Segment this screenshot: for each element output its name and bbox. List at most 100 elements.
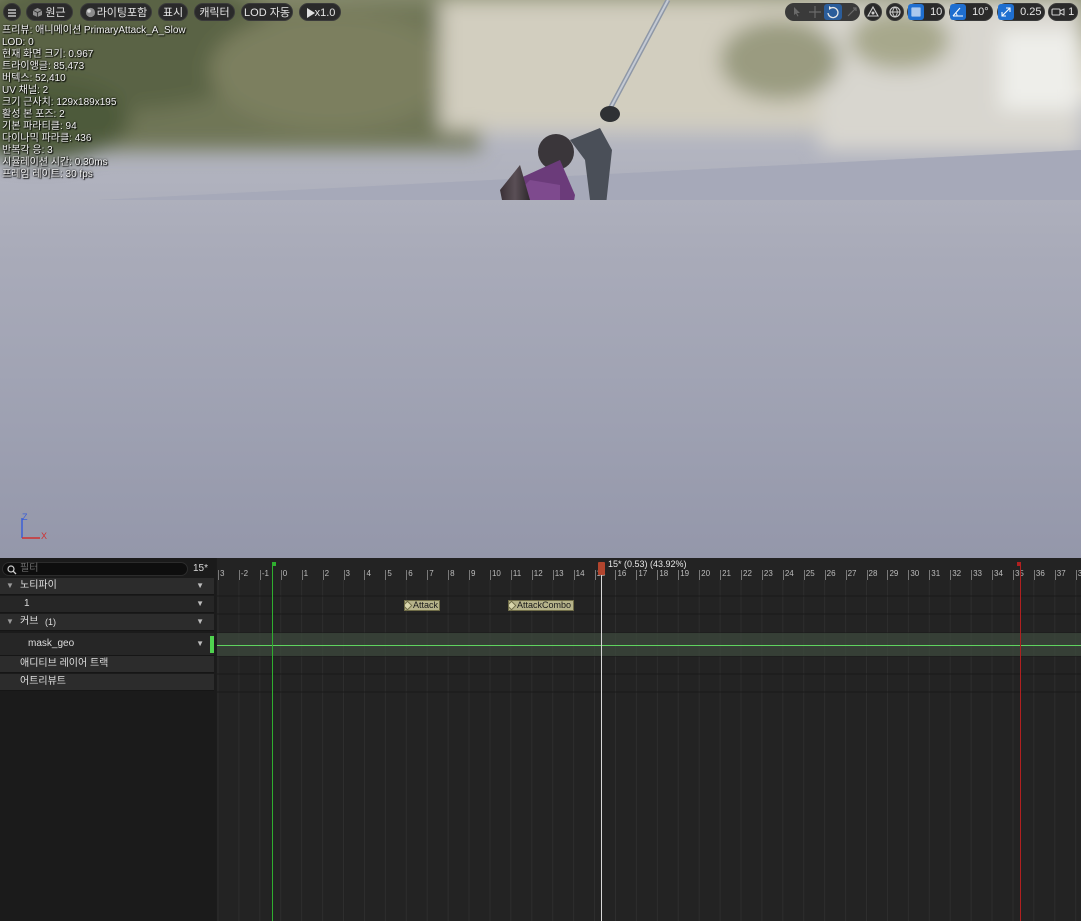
tick-label: 6: [408, 569, 413, 578]
tick-label: 22: [743, 569, 752, 578]
character-button[interactable]: 캐릭터: [194, 3, 235, 21]
tick-label: 33: [973, 569, 983, 578]
playhead-handle[interactable]: [598, 562, 605, 575]
rotate-icon: [827, 6, 839, 19]
tick-label: 28: [868, 569, 878, 578]
viewport-menu-button[interactable]: [3, 3, 21, 21]
tick-label: 25: [805, 569, 815, 578]
end-marker[interactable]: [1020, 562, 1021, 921]
notify-attack[interactable]: Attack: [404, 600, 440, 611]
tick-label: 30: [910, 569, 920, 578]
stats-line: 프리뷰: 애니메이션 PrimaryAttack_A_Slow: [2, 25, 186, 36]
tick-mark: [929, 570, 931, 580]
chevron-down-icon[interactable]: ▼: [196, 578, 204, 594]
stats-line: 크기 근사치: 129x189x195: [2, 97, 117, 108]
grid-snap-button[interactable]: 10: [907, 3, 945, 21]
surface-snap-button[interactable]: [864, 3, 882, 21]
stats-line: 기본 파라티클: 94: [2, 121, 77, 132]
current-frame-badge: 15*: [193, 563, 209, 574]
perspective-button[interactable]: 원근: [26, 3, 73, 21]
translate-mode-button[interactable]: [807, 4, 823, 20]
axis-gizmo: Z X: [14, 512, 54, 546]
animation-viewport[interactable]: 원근 라이팅포함 표시 캐릭터 LOD 자동 x1.0 10 10° 0.25 …: [0, 0, 1081, 558]
stats-line: 프레임 레이트: 30 fps: [2, 169, 93, 180]
curve-item-label: mask_geo: [28, 638, 75, 649]
lighting-button[interactable]: 라이팅포함: [80, 3, 152, 21]
notify-attack-label: Attack: [413, 600, 439, 610]
chevron-down-icon[interactable]: ▼: [196, 633, 204, 655]
tick-label: 27: [847, 569, 857, 578]
curve-track-row[interactable]: mask_geo ▼: [0, 633, 214, 656]
move-icon: [809, 6, 821, 18]
stats-line: 반복각 응: 3: [2, 145, 53, 156]
collapse-caret-icon[interactable]: ▼: [6, 578, 14, 594]
camera-speed-value: 1: [1068, 6, 1075, 18]
rotation-snap-button[interactable]: 10°: [949, 3, 993, 21]
stats-line: LOD: 0: [2, 37, 34, 48]
tick-label: 24: [784, 569, 794, 578]
tick-mark: [1012, 570, 1014, 580]
end-marker-flag: [1017, 562, 1021, 566]
curve-label: 커브: [20, 616, 39, 627]
tick-mark: [218, 570, 219, 580]
tick-mark: [824, 570, 826, 580]
chevron-down-icon[interactable]: ▼: [196, 614, 204, 630]
globe-icon: [889, 6, 901, 18]
notify-section-header[interactable]: ▼ 노티파이 ▼: [0, 578, 214, 595]
tick-mark: [699, 570, 701, 580]
additive-layer-track-row[interactable]: 애디티브 레이어 트랙: [0, 656, 214, 673]
tick-label: 10: [491, 569, 501, 578]
tick-label: 13: [554, 569, 564, 578]
play-speed-button[interactable]: x1.0: [299, 3, 341, 21]
lod-button[interactable]: LOD 자동: [241, 3, 293, 21]
tick-label: 14: [575, 569, 585, 578]
tick-mark: [992, 570, 994, 580]
timeline-area[interactable]: 3-2-101234567891011121314151617181920212…: [217, 558, 1081, 921]
tick-label: 18: [659, 569, 669, 578]
notify-track-label: 1: [24, 598, 30, 609]
tick-mark: [761, 570, 763, 580]
tick-mark: [385, 570, 387, 580]
start-marker-flag: [272, 562, 276, 566]
scale-snap-button[interactable]: 0.25: [997, 3, 1045, 21]
world-local-button[interactable]: [886, 3, 904, 21]
tick-mark: [615, 570, 617, 580]
show-button[interactable]: 표시: [158, 3, 188, 21]
axis-z-label: Z: [22, 512, 28, 522]
start-marker[interactable]: [272, 562, 273, 921]
tick-mark: [448, 570, 450, 580]
attribute-label: 어트리뷰트: [20, 676, 66, 687]
playhead-line[interactable]: [601, 566, 602, 921]
tick-label: -2: [240, 569, 249, 578]
attribute-track-row[interactable]: 어트리뷰트: [0, 674, 214, 691]
chevron-down-icon[interactable]: ▼: [196, 596, 204, 612]
tick-label: 32: [952, 569, 962, 578]
tick-label: 9: [471, 569, 476, 578]
notify-track-row[interactable]: 1 ▼: [0, 596, 214, 613]
tick-label: 8: [450, 569, 455, 578]
anim-timeline-panel: 필터 15* ▼ 노티파이 ▼ 1 ▼ ▼ 커브 (1) ▼ mask_geo …: [0, 558, 1081, 921]
transform-mode-group: [785, 3, 860, 21]
rotate-mode-button[interactable]: [824, 4, 842, 20]
tick-label: 23: [763, 569, 773, 578]
scale-mode-button[interactable]: [844, 4, 860, 20]
lighting-label: 라이팅포함: [96, 7, 148, 19]
playhead-label: 15* (0.53) (43.92%): [608, 559, 687, 569]
tick-mark: [531, 570, 533, 580]
tick-mark: [322, 570, 324, 580]
curve-section-header[interactable]: ▼ 커브 (1) ▼: [0, 614, 214, 631]
filter-input[interactable]: 필터: [2, 562, 188, 576]
notify-attack-combo-label: AttackCombo: [517, 600, 572, 610]
rotation-snap-value: 10°: [972, 6, 989, 18]
collapse-caret-icon[interactable]: ▼: [6, 614, 14, 630]
camera-speed-button[interactable]: 1: [1048, 3, 1078, 21]
tick-mark: [782, 570, 784, 580]
tick-label: 36: [1035, 569, 1045, 578]
select-mode-button[interactable]: [789, 4, 805, 20]
tick-mark: [887, 570, 889, 580]
tick-mark: [803, 570, 805, 580]
surface-snap-icon: [867, 5, 879, 17]
curve-count: (1): [45, 617, 56, 627]
notify-attack-combo[interactable]: AttackCombo: [508, 600, 574, 611]
stats-line: 트라이앵글: 85,473: [2, 61, 85, 72]
